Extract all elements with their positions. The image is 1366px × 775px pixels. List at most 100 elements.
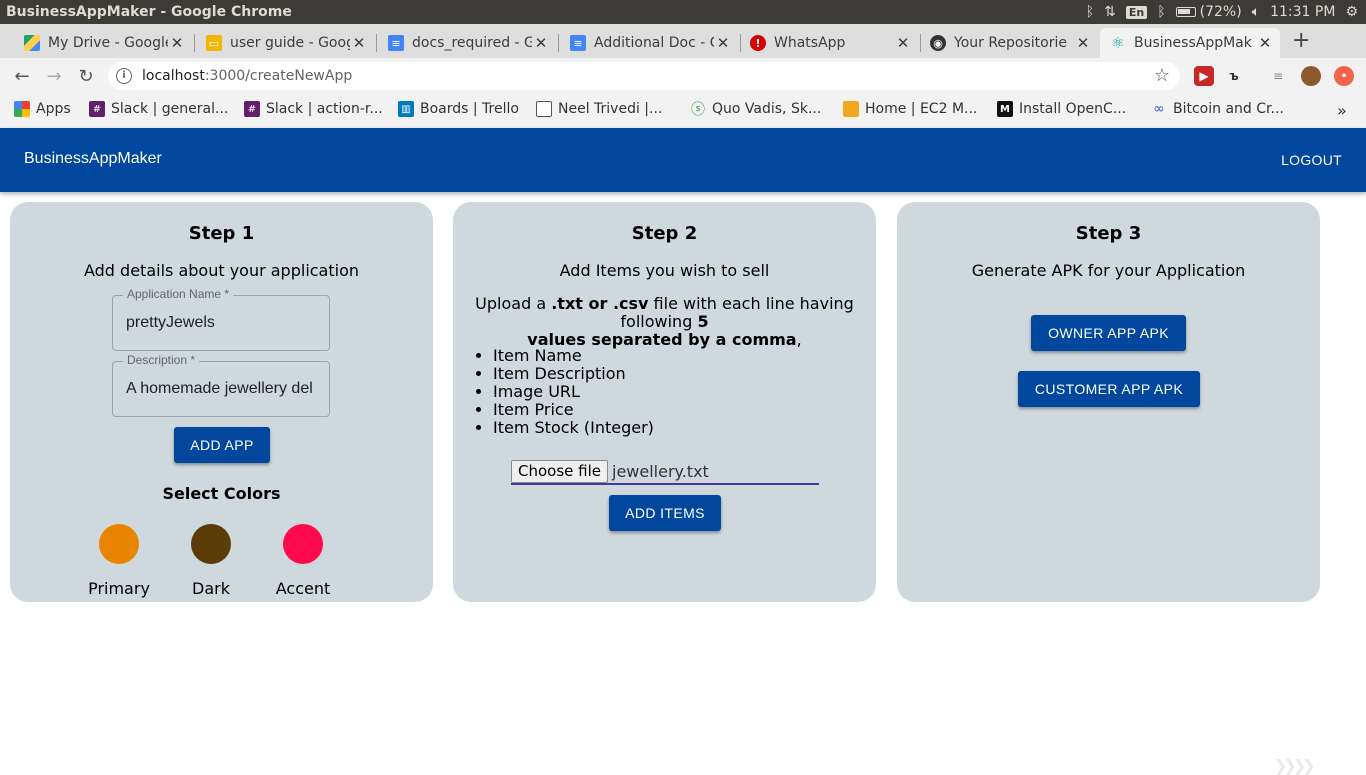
profile-avatar[interactable] xyxy=(1301,66,1321,86)
step2-title: Step 2 xyxy=(453,223,876,244)
bluetooth-icon[interactable]: ᛒ xyxy=(1086,4,1094,20)
description-value[interactable]: A homemade jewellery del xyxy=(126,380,322,398)
close-tab-icon[interactable]: ✕ xyxy=(168,34,186,52)
application-name-value[interactable]: prettyJewels xyxy=(126,314,322,332)
bookmark-label: Boards | Trello xyxy=(420,101,519,117)
bluetooth-icon[interactable]: ᛒ xyxy=(1157,4,1165,20)
close-tab-icon[interactable]: ✕ xyxy=(894,34,912,52)
tab-whatsapp[interactable]: ! WhatsApp ✕ xyxy=(740,28,918,58)
bookmark-bitcoin[interactable]: ∞ Bitcoin and Cr... xyxy=(1151,101,1284,117)
google-drive-icon xyxy=(24,35,40,51)
tab-label: user guide - Goog xyxy=(230,35,350,51)
application-name-field[interactable]: Application Name * prettyJewels xyxy=(112,295,330,351)
address-bar[interactable]: i localhost:3000/createNewApp ☆ xyxy=(108,62,1180,90)
add-app-button[interactable]: ADD APP xyxy=(174,427,270,463)
bookmark-slack-general[interactable]: # Slack | general... xyxy=(89,101,228,117)
accent-color-label: Accent xyxy=(263,579,343,598)
bookmark-neel-trivedi[interactable]: Neel Trivedi |... xyxy=(536,101,662,117)
back-arrow-icon[interactable]: ← xyxy=(10,64,34,88)
tab-additional-doc[interactable]: ≡ Additional Doc - G ✕ xyxy=(560,28,738,58)
bookmark-slack-action[interactable]: # Slack | action-r... xyxy=(244,101,383,117)
link-icon: ∞ xyxy=(1151,101,1167,117)
url-text: localhost:3000/createNewApp xyxy=(142,68,352,84)
tab-label: WhatsApp xyxy=(774,35,894,51)
bookmark-quo-vadis[interactable]: ⓢ Quo Vadis, Sk... xyxy=(690,101,821,117)
tab-docs-required[interactable]: ≡ docs_required - G ✕ xyxy=(378,28,556,58)
customer-app-apk-button[interactable]: CUSTOMER APP APK xyxy=(1018,371,1200,407)
close-tab-icon[interactable]: ✕ xyxy=(1074,34,1092,52)
bookmarks-bar: Apps # Slack | general... # Slack | acti… xyxy=(0,94,1366,128)
extension-list-icon[interactable]: ≡ xyxy=(1268,66,1288,86)
bookmark-label: Quo Vadis, Sk... xyxy=(712,101,821,117)
logout-button[interactable]: LOGOUT xyxy=(1281,152,1342,168)
browser-tab-strip: My Drive - Google ✕ ▭ user guide - Goog … xyxy=(0,24,1366,58)
google-docs-icon: ≡ xyxy=(388,35,404,51)
trello-icon: ▥ xyxy=(398,101,414,117)
file-input[interactable]: Choose file jewellery.txt xyxy=(511,459,819,485)
keyboard-language-indicator[interactable]: En xyxy=(1126,6,1147,19)
slack-icon: # xyxy=(89,101,105,117)
app-brand: BusinessAppMaker xyxy=(24,150,162,168)
step3-card: Step 3 Generate APK for your Application… xyxy=(897,202,1320,602)
step1-title: Step 1 xyxy=(10,223,433,244)
new-tab-button[interactable]: + xyxy=(1292,28,1310,53)
network-icon[interactable]: ⇅ xyxy=(1104,4,1116,20)
description-label: Description * xyxy=(123,353,199,367)
site-info-icon[interactable]: i xyxy=(116,68,132,84)
dark-color-swatch[interactable] xyxy=(191,524,231,564)
step1-card: Step 1 Add details about your applicatio… xyxy=(10,202,433,602)
bookmark-star-icon[interactable]: ☆ xyxy=(1154,65,1170,86)
extension-translate-icon[interactable]: ъ xyxy=(1224,66,1244,86)
page-icon xyxy=(536,101,552,117)
google-docs-icon: ≡ xyxy=(570,35,586,51)
app-header: BusinessAppMaker LOGOUT xyxy=(0,128,1366,192)
leaf-icon: ⓢ xyxy=(690,101,706,117)
tab-user-guide[interactable]: ▭ user guide - Goog ✕ xyxy=(196,28,374,58)
bookmark-label: Home | EC2 M... xyxy=(865,101,977,117)
bookmark-label: Bitcoin and Cr... xyxy=(1173,101,1284,117)
item-fields-list: Item Name Item Description Image URL Ite… xyxy=(493,347,654,437)
settings-gear-icon[interactable]: ⚙ xyxy=(1345,4,1358,20)
extension-media-icon[interactable]: ▶ xyxy=(1194,66,1214,86)
choose-file-button[interactable]: Choose file xyxy=(511,460,608,483)
description-field[interactable]: Description * A homemade jewellery del xyxy=(112,361,330,417)
list-item: Item Stock (Integer) xyxy=(493,419,654,437)
bookmark-label: Slack | action-r... xyxy=(266,101,383,117)
browser-toolbar: ← → ↻ i localhost:3000/createNewApp ☆ ▶ … xyxy=(0,58,1366,94)
tab-label: BusinessAppMak xyxy=(1134,35,1256,51)
tab-my-drive[interactable]: My Drive - Google ✕ xyxy=(14,28,192,58)
close-tab-icon[interactable]: ✕ xyxy=(1256,34,1274,52)
list-item: Item Name xyxy=(493,347,654,365)
close-tab-icon[interactable]: ✕ xyxy=(532,34,550,52)
slack-icon: # xyxy=(244,101,260,117)
step3-subtitle: Generate APK for your Application xyxy=(897,261,1320,280)
system-tray: ᛒ ⇅ En ᛒ (72%) 🔈︎ 11:31 PM ⚙ xyxy=(1086,0,1358,24)
bookmark-trello[interactable]: ▥ Boards | Trello xyxy=(398,101,519,117)
volume-icon[interactable]: 🔈︎ xyxy=(1252,4,1260,20)
bookmark-ec2[interactable]: Home | EC2 M... xyxy=(843,101,977,117)
list-item: Image URL xyxy=(493,383,654,401)
accent-color-swatch[interactable] xyxy=(283,524,323,564)
bookmark-label: Slack | general... xyxy=(111,101,228,117)
list-item: Item Description xyxy=(493,365,654,383)
owner-app-apk-button[interactable]: OWNER APP APK xyxy=(1031,315,1186,351)
google-slides-icon: ▭ xyxy=(206,35,222,51)
primary-color-swatch[interactable] xyxy=(99,524,139,564)
forward-arrow-icon[interactable]: → xyxy=(42,64,66,88)
tab-business-app-maker[interactable]: ⚛ BusinessAppMak ✕ xyxy=(1100,28,1280,58)
tab-your-repositories[interactable]: ◉ Your Repositorie ✕ xyxy=(920,28,1098,58)
bookmark-install-opencv[interactable]: M Install OpenC... xyxy=(997,101,1126,117)
close-tab-icon[interactable]: ✕ xyxy=(714,34,732,52)
clock[interactable]: 11:31 PM xyxy=(1270,4,1335,20)
selected-file-name: jewellery.txt xyxy=(612,462,709,481)
extension-alert-icon[interactable]: • xyxy=(1334,66,1354,86)
apps-grid-icon xyxy=(14,101,30,117)
bookmarks-overflow-chevron-icon[interactable]: » xyxy=(1337,101,1347,120)
add-items-button[interactable]: ADD ITEMS xyxy=(609,495,721,531)
battery-indicator[interactable]: (72%) xyxy=(1176,4,1242,20)
reload-icon[interactable]: ↻ xyxy=(74,64,98,88)
react-icon: ⚛ xyxy=(1110,35,1126,51)
bookmark-apps[interactable]: Apps xyxy=(14,101,71,117)
close-tab-icon[interactable]: ✕ xyxy=(350,34,368,52)
tab-label: docs_required - G xyxy=(412,35,532,51)
